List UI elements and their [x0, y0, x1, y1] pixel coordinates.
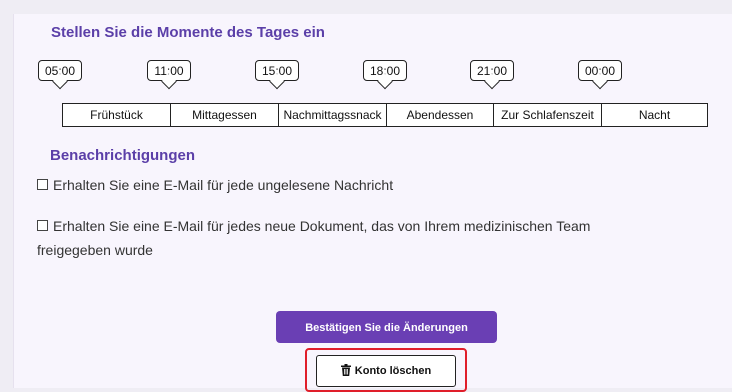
delete-account-label: Konto löschen: [354, 365, 432, 377]
moments-title: Stellen Sie die Momente des Tages ein: [51, 24, 325, 41]
document-checkbox[interactable]: [37, 220, 48, 231]
unread-option-label: Erhalten Sie eine E-Mail für jede ungele…: [53, 177, 394, 193]
time-bubble-breakfast[interactable]: 05:00: [38, 60, 82, 81]
time-bubble-bedtime[interactable]: 21:00: [470, 60, 514, 81]
notification-unread-option: Erhalten Sie eine E-Mail für jede ungele…: [37, 173, 393, 197]
meal-bedtime: Zur Schlafenszeit: [494, 104, 602, 126]
unread-checkbox[interactable]: [37, 179, 48, 190]
document-option-label-line1: Erhalten Sie eine E-Mail für jedes neue …: [53, 218, 591, 234]
meal-night: Nacht: [638, 108, 671, 122]
document-option-label-line2: freigegeben wurde: [37, 242, 153, 258]
meal-breakfast: Frühstück: [63, 104, 171, 126]
confirm-changes-button[interactable]: Bestätigen Sie die Änderungen: [276, 311, 497, 343]
time-bubble-afternoon-snack[interactable]: 15:00: [255, 60, 299, 81]
notification-document-option: Erhalten Sie eine E-Mail für jedes neue …: [37, 214, 697, 238]
meal-timeline: Frühstück Mittagessen Nachmittagssnack A…: [62, 103, 708, 127]
time-bubble-lunch[interactable]: 11:00: [147, 60, 191, 81]
time-bubble-dinner[interactable]: 18:00: [363, 60, 407, 81]
notifications-title: Benachrichtigungen: [50, 147, 196, 164]
delete-account-button[interactable]: Konto löschen: [316, 355, 456, 387]
time-bubble-night[interactable]: 00:00: [578, 60, 622, 81]
meal-dinner: Abendessen: [387, 104, 494, 126]
meal-lunch: Mittagessen: [171, 104, 279, 126]
meal-afternoon-snack: Nachmittagssnack: [279, 104, 387, 126]
trash-icon: [340, 364, 351, 376]
